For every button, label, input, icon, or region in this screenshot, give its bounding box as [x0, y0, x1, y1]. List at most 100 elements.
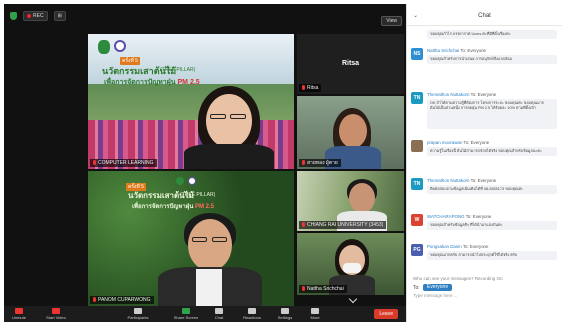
security-shield-icon[interactable]: [10, 12, 17, 20]
unmute-button[interactable]: Unmute: [4, 306, 34, 322]
share-screen-label: Share Screen: [173, 315, 199, 320]
face-mask: [343, 263, 361, 273]
avatar: PG: [411, 244, 423, 256]
message-text: OK ถ้าได้ตามความรู้ที่ต้องการ โครงการระย…: [427, 99, 557, 129]
chat-header: ⌄ Chat: [407, 4, 562, 26]
camera-off-icon: [52, 308, 60, 314]
recording-indicator: REC: [23, 11, 48, 21]
start-video-button[interactable]: Start Video: [34, 306, 78, 322]
avatar: NS: [411, 48, 423, 60]
meeting-toolbar: Unmute Start Video Participants Share Sc…: [4, 306, 406, 322]
message-sender: Themathon Nuttakorn To: Everyone: [427, 92, 496, 97]
banner-subtitle: เพื่อการจัดการปัญหาฝุ่น PM 2.5: [132, 201, 214, 211]
message-sender: Nattha Srichchai To: Everyone: [427, 48, 486, 53]
meeting-info-badge[interactable]: ⊞: [53, 11, 66, 21]
video-tile-computer-learning[interactable]: ครั้งที่ 5 นวัตกรรมเสาต้นไม้ (TREE PILLA…: [88, 34, 294, 169]
scroll-down-chevron-icon[interactable]: [348, 294, 358, 304]
glasses-icon: [230, 114, 246, 119]
message-text: ความรู้ในเรื่องนี้ ต้นไม้สามารถช่วยได้จร…: [427, 147, 557, 156]
face: [188, 219, 232, 271]
more-label: More: [310, 315, 320, 320]
more-button[interactable]: More: [300, 306, 330, 322]
message-sender: Pongsakon Danin To: Everyone: [427, 244, 488, 249]
participant-name-label: COMPUTER LEARNING: [90, 159, 157, 167]
participant-name-label: CHIANG RAI UNIVERSITY (3453): [299, 221, 387, 229]
video-tile-nattha[interactable]: Nattha Srichchai: [297, 233, 404, 295]
face: [339, 114, 367, 148]
settings-button[interactable]: Settings: [270, 306, 300, 322]
muted-mic-icon: [302, 85, 305, 91]
participant-name: สายทอง ผู้ตาย: [307, 160, 338, 166]
sender-name: Themathon Nuttakorn: [427, 178, 470, 183]
university-seal-icon: [114, 40, 126, 52]
participant-name: Ritsa: [307, 85, 319, 91]
leaf-logo-icon: [176, 177, 184, 185]
reactions-label: Reactions: [243, 315, 261, 320]
settings-label: Settings: [277, 315, 293, 320]
chat-message: TN Themathon Nuttakorn To: Everyone ติดต…: [411, 178, 559, 208]
chat-title: Chat: [478, 13, 491, 19]
reactions-button[interactable]: Reactions: [234, 306, 270, 322]
sender-name: Pongsakon Danin: [427, 244, 462, 249]
recording-label: REC: [33, 13, 44, 19]
video-tile-panom[interactable]: ครั้งที่ 5 นวัตกรรมเสาต้นไม้ (TREE PILLA…: [88, 171, 294, 306]
banner-subtitle-text: เพื่อการจัดการปัญหาฝุ่น: [104, 79, 176, 86]
microphone-muted-icon: [15, 308, 23, 314]
message-recipient: To: Everyone: [470, 92, 497, 97]
share-screen-button[interactable]: Share Screen: [168, 306, 204, 322]
start-video-label: Start Video: [46, 315, 66, 320]
glasses-icon: [212, 237, 227, 242]
sender-name: Themathon Nuttakorn: [427, 92, 470, 97]
participant-name: CHIANG RAI UNIVERSITY (3453): [307, 222, 384, 228]
chat-message-input[interactable]: Type message here ...: [413, 293, 458, 298]
message-recipient: To: Everyone: [460, 48, 486, 53]
video-tile-participant-3[interactable]: สายทอง ผู้ตาย: [297, 96, 404, 169]
muted-mic-icon: [93, 160, 96, 166]
leaf-logo-icon: [98, 40, 110, 54]
chat-visibility-note[interactable]: Who can see your messages? Recording On: [413, 276, 503, 281]
recipient-label: To:: [413, 285, 420, 291]
meeting-topbar: REC ⊞: [4, 4, 406, 28]
chat-message: NS Nattha Srichchai To: Everyone ขอบคุณส…: [411, 48, 559, 80]
message-recipient: To: Everyone: [463, 140, 490, 145]
shirt: [196, 269, 222, 306]
screenshot-frame: REC ⊞ View ครั้งที่ 5 นวัตกรรมเสาต้นไม้ …: [0, 0, 565, 325]
chat-message: W WATCHARAPONG To: Everyone ขอบคุณสำหรับ…: [411, 214, 559, 238]
gear-icon: [281, 308, 289, 314]
face: [349, 183, 375, 213]
video-tile-chiang-rai-university[interactable]: CHIANG RAI UNIVERSITY (3453): [297, 171, 404, 231]
participants-button[interactable]: Participants: [108, 306, 168, 322]
message-recipient: To: Everyone: [470, 178, 497, 183]
avatar: W: [411, 214, 423, 226]
share-screen-icon: [182, 308, 190, 314]
participant-name: Nattha Srichchai: [307, 286, 344, 292]
participants-label: Participants: [127, 315, 149, 320]
glasses-icon: [210, 114, 226, 119]
leave-button[interactable]: Leave: [374, 309, 398, 319]
chat-message: prapan moorawan To: Everyone ความรู้ในเร…: [411, 140, 559, 168]
banner-subtitle-text: เพื่อการจัดการปัญหาฝุ่น: [132, 204, 194, 210]
message-sender: WATCHARAPONG To: Everyone: [427, 214, 491, 219]
muted-mic-icon: [302, 160, 305, 166]
unmute-label: Unmute: [11, 315, 26, 320]
avatar: TN: [411, 178, 423, 190]
avatar: TN: [411, 92, 423, 104]
video-tile-ritsa[interactable]: Ritsa Ritsa: [297, 34, 404, 94]
message-text: ติดต่อสอบถามข้อมูลเพิ่มเติมได้ที่ 08-535…: [427, 185, 557, 194]
message-recipient: To: Everyone: [462, 244, 489, 249]
banner-subtitle-highlight: PM 2.5: [195, 204, 215, 210]
recipient-dropdown[interactable]: Everyone: [423, 284, 453, 291]
banner-subtitle-highlight: PM 2.5: [177, 79, 200, 86]
banner-title-suffix: (TREE PILLAR): [160, 67, 196, 73]
chat-button[interactable]: Chat: [204, 306, 234, 322]
banner-title-suffix: (TREE PILLAR): [180, 192, 216, 198]
muted-mic-icon: [302, 222, 305, 228]
chat-message: ขอบคุณกำไร บรรยากาศ Ucms ค่ะที่มีที่ตั้ง…: [411, 28, 559, 44]
chat-icon: [215, 308, 223, 314]
message-text: ขอบคุณสำหรับข้อมูลดีๆ ที่ได้นำมาแบ่งปันค…: [427, 221, 557, 230]
reactions-icon: [248, 308, 256, 314]
view-button[interactable]: View: [381, 16, 402, 26]
message-sender: prapan moorawan To: Everyone: [427, 140, 489, 145]
more-dots-icon: [311, 308, 319, 314]
record-dot-icon: [27, 13, 31, 18]
